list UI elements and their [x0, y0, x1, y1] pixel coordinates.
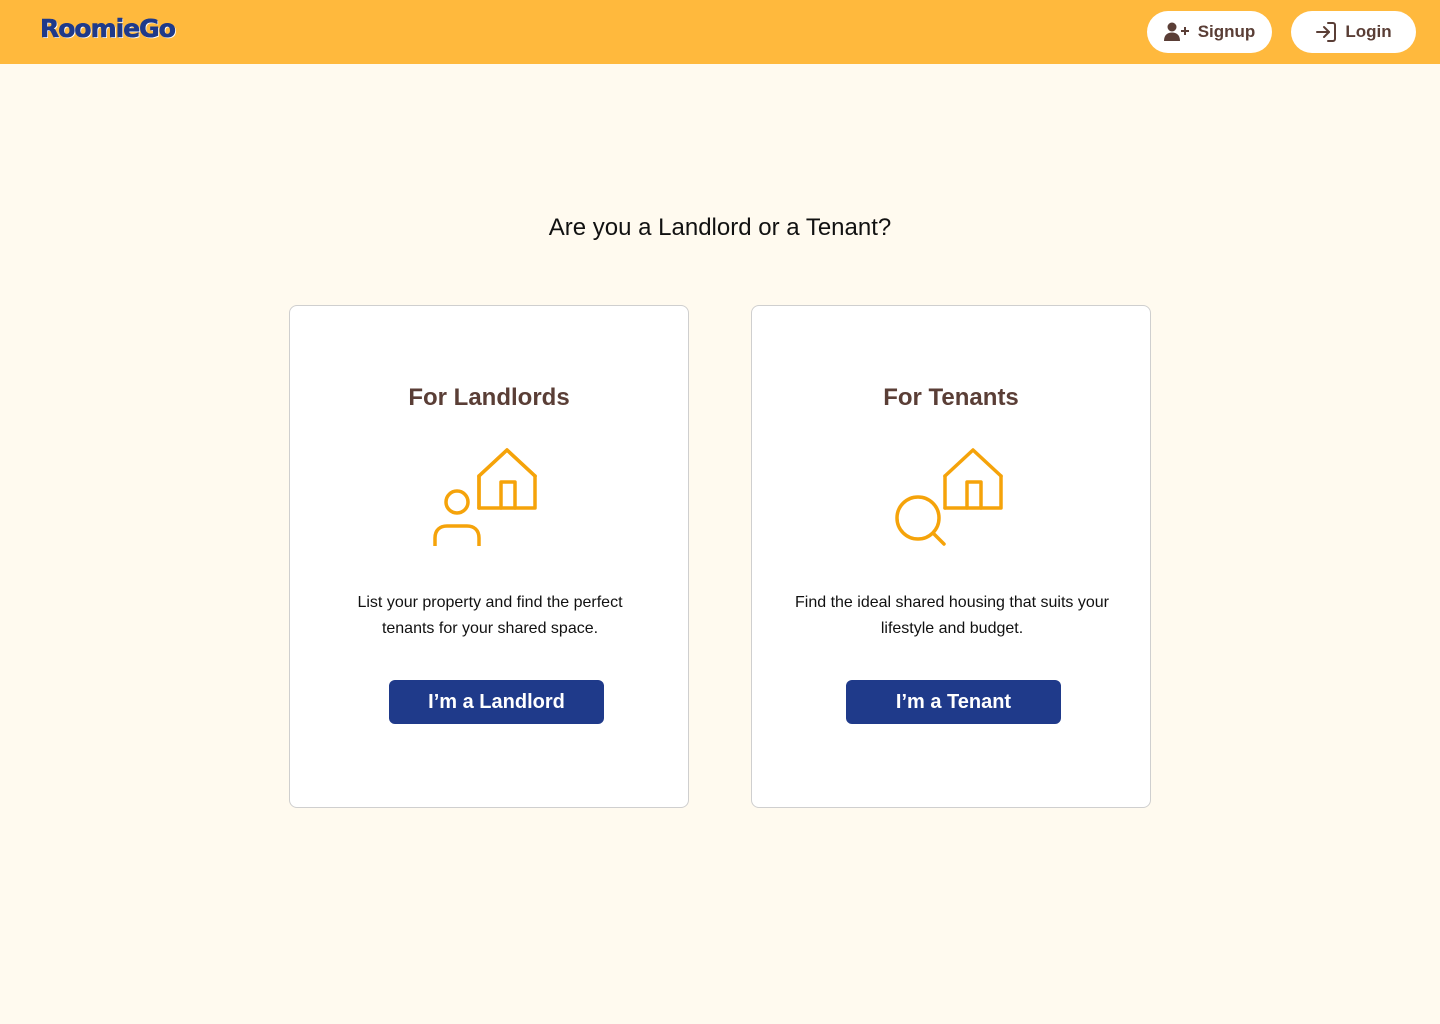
landlord-house-icon: [429, 442, 549, 548]
tenant-card-title: For Tenants: [883, 384, 1019, 411]
role-question: Are you a Landlord or a Tenant?: [548, 214, 892, 241]
tenant-button[interactable]: I’m a Tenant: [846, 680, 1061, 724]
tenant-search-house-icon: [891, 442, 1011, 546]
user-plus-icon: [1163, 22, 1190, 42]
signup-button[interactable]: Signup: [1147, 11, 1272, 53]
top-header: RoomieGo Signup Login: [0, 0, 1440, 64]
tenant-card-description: Find the ideal shared housing that suits…: [795, 594, 1109, 637]
landlord-button[interactable]: I’m a Landlord: [389, 680, 604, 724]
roomiego-logo[interactable]: RoomieGo: [40, 14, 176, 44]
login-icon: [1315, 21, 1337, 43]
landlord-card: For Landlords List your property and fin…: [289, 305, 689, 808]
signup-label: Signup: [1197, 22, 1256, 41]
login-label: Login: [1345, 22, 1392, 41]
landlord-card-title: For Landlords: [408, 384, 570, 411]
tenant-card: For Tenants Find the ideal shared housin…: [751, 305, 1151, 808]
landlord-card-description: List your property and find the perfect …: [357, 594, 623, 637]
login-button[interactable]: Login: [1291, 11, 1416, 53]
